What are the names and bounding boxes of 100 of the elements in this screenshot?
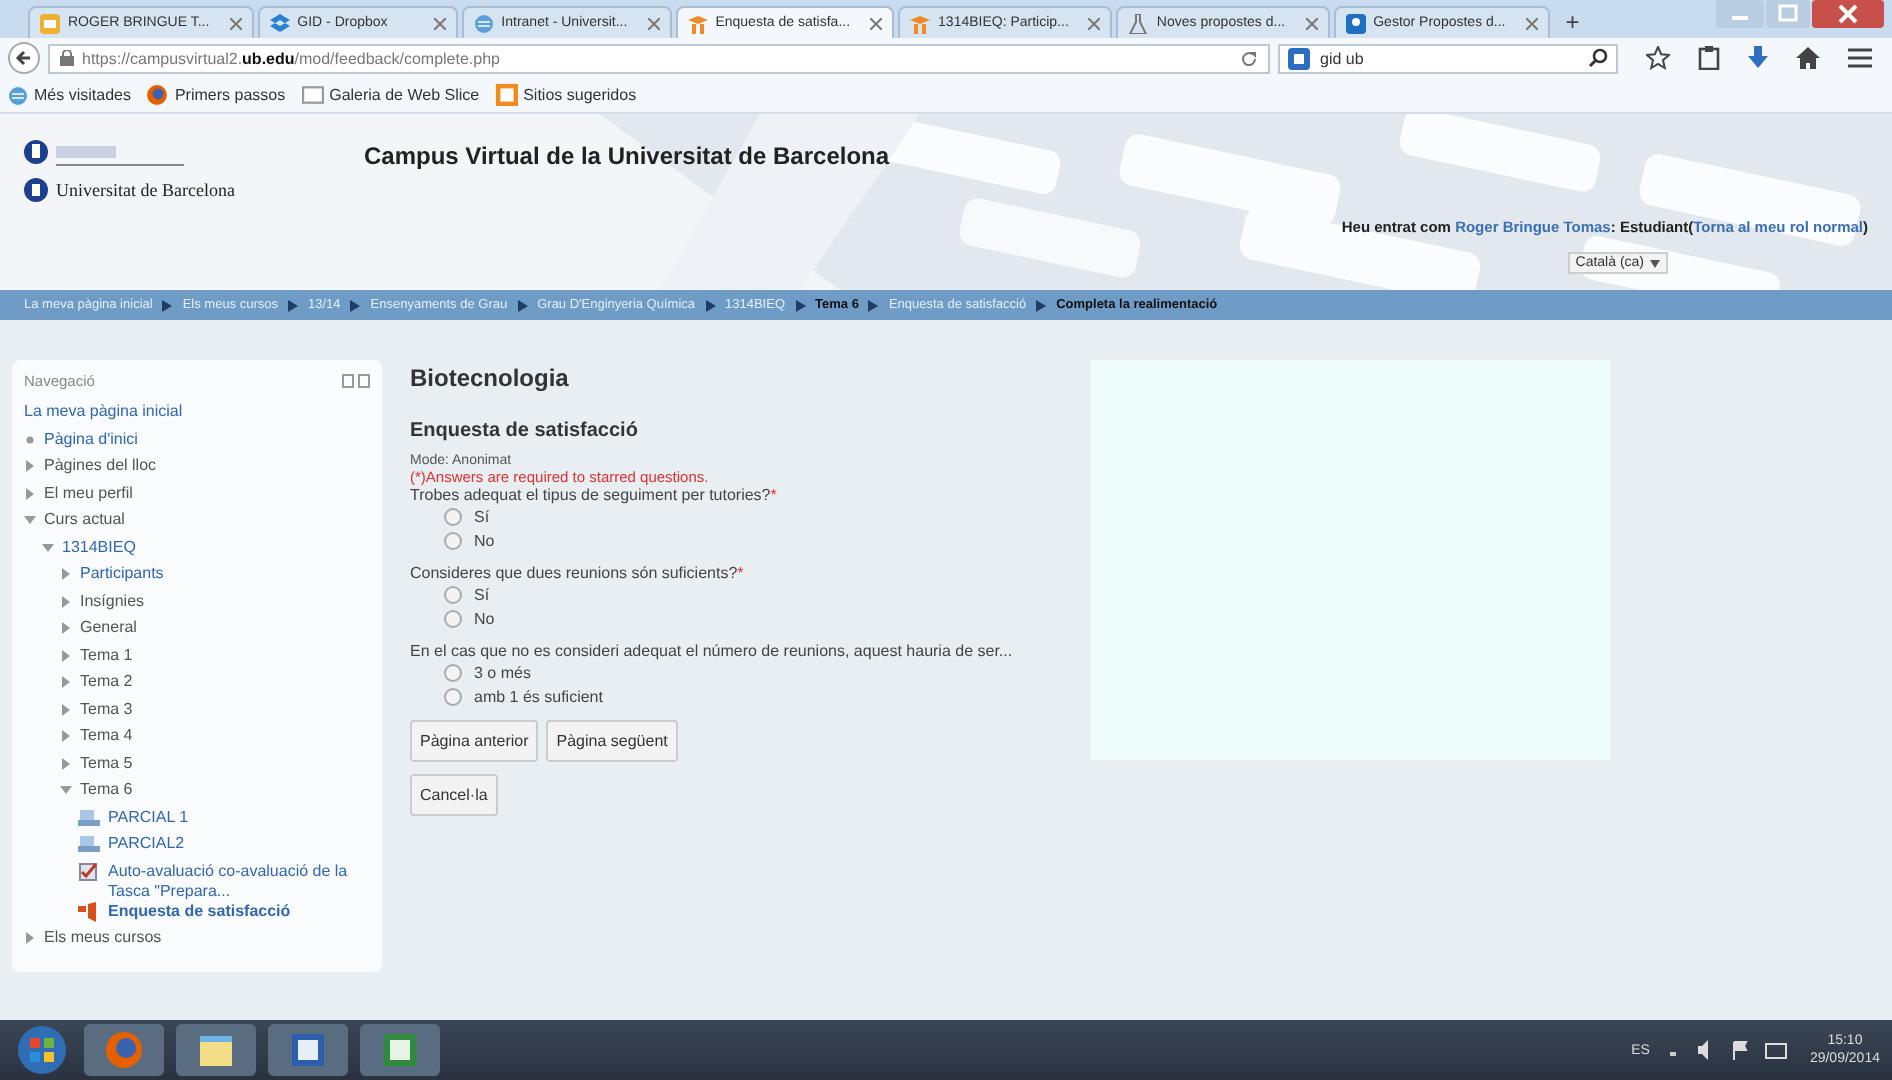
page-icon: [301, 84, 324, 106]
collapsed-arrow-icon[interactable]: [60, 676, 72, 688]
question-text: En el cas que no es consideri adequat el número de reunions, aquest hauria de ser...: [410, 642, 1015, 660]
cancel-button[interactable]: Cancel·la: [410, 774, 498, 816]
nav-item[interactable]: Tema 6: [80, 780, 133, 800]
collapsed-arrow-icon[interactable]: [60, 568, 72, 580]
university-logo-icon: [24, 138, 184, 166]
search-engine-icon: [1288, 47, 1312, 69]
nav-item[interactable]: Els meus cursos: [44, 928, 162, 948]
nav-item[interactable]: Insígnies: [80, 591, 145, 611]
mortarboard-icon: [910, 13, 931, 33]
nav-item[interactable]: Pàgina d'inici: [44, 429, 138, 449]
checked-page-icon: [78, 861, 100, 881]
quiz-icon: [78, 834, 100, 854]
clipboard-icon[interactable]: [1698, 46, 1720, 70]
spreadsheet-app-icon[interactable]: [360, 1024, 440, 1076]
radio-button[interactable]: [444, 663, 462, 681]
nav-item[interactable]: Pàgines del lloc: [44, 456, 157, 476]
radio-button[interactable]: [444, 585, 462, 603]
separator-arrow-icon: [705, 299, 716, 311]
nav-item[interactable]: La meva pàgina inicial: [24, 402, 183, 422]
globe-icon: [8, 85, 28, 105]
web-slice-icon: [495, 84, 518, 106]
radio-button[interactable]: [444, 531, 462, 549]
nav-item[interactable]: Curs actual: [44, 510, 125, 530]
close-icon[interactable]: [433, 17, 446, 29]
nav-item[interactable]: Tema 4: [80, 726, 133, 746]
menu-icon[interactable]: [1848, 48, 1872, 68]
tray-icons-drawing[interactable]: [1669, 1040, 1790, 1060]
lock-icon: [60, 50, 74, 66]
survey-title: Enquesta de satisfacció: [410, 420, 640, 442]
collapsed-arrow-icon[interactable]: [60, 622, 72, 634]
collapsed-arrow-icon[interactable]: [60, 595, 72, 607]
close-icon[interactable]: [647, 17, 660, 29]
search-icon[interactable]: [1588, 48, 1608, 68]
search-field[interactable]: gid ub: [1278, 43, 1618, 73]
address-field[interactable]: https://campusvirtual2.ub.edu/mod/feedback/complete.php: [48, 43, 1270, 73]
close-icon[interactable]: [1525, 17, 1538, 29]
nav-item[interactable]: General: [80, 618, 137, 638]
quiz-icon: [78, 807, 100, 827]
radio-button[interactable]: [444, 609, 462, 627]
nav-item[interactable]: Tema 3: [80, 699, 133, 719]
collapsed-arrow-icon[interactable]: [24, 487, 36, 499]
caret-icon: [1650, 259, 1660, 267]
bookmark[interactable]: Galeria de Web Slice: [329, 86, 480, 104]
document-app-icon[interactable]: [268, 1024, 348, 1076]
nav-item[interactable]: PARCIAL2: [108, 834, 185, 854]
collapsed-arrow-icon[interactable]: [60, 649, 72, 661]
collapsed-arrow-icon[interactable]: [60, 730, 72, 742]
radio-button[interactable]: [444, 687, 462, 705]
page-button[interactable]: Pàgina següent: [546, 720, 678, 762]
separator-arrow-icon: [288, 299, 299, 311]
globe-icon: [473, 13, 494, 33]
collapsed-arrow-icon[interactable]: [24, 932, 36, 944]
close-icon[interactable]: [229, 17, 242, 29]
separator-arrow-icon: [795, 299, 806, 311]
dock-icon[interactable]: [342, 374, 370, 388]
new-tab-button[interactable]: +: [1553, 6, 1592, 38]
minimize-icon[interactable]: [1716, 0, 1764, 28]
nav-item[interactable]: Tema 1: [80, 645, 133, 665]
bookmark[interactable]: Primers passos: [174, 86, 286, 104]
browser-app-icon[interactable]: [84, 1024, 164, 1076]
close-icon[interactable]: [1088, 17, 1101, 29]
collapsed-arrow-icon[interactable]: [60, 703, 72, 715]
nav-item[interactable]: 1314BIEQ: [62, 537, 136, 557]
close-icon[interactable]: [870, 17, 883, 29]
expanded-arrow-icon[interactable]: [42, 541, 54, 553]
nav-item[interactable]: El meu perfil: [44, 483, 133, 503]
folder-app-icon[interactable]: [176, 1024, 256, 1076]
star-icon[interactable]: [1646, 46, 1670, 70]
option-label: No: [474, 531, 495, 549]
required-mark: *: [737, 564, 744, 582]
nav-item[interactable]: Enquesta de satisfacció: [108, 901, 291, 921]
nav-item[interactable]: Tema 5: [80, 753, 133, 773]
envelope-icon: [40, 13, 60, 33]
bullet-icon: [24, 433, 36, 445]
nav-item[interactable]: Tema 2: [80, 672, 133, 692]
expanded-arrow-icon[interactable]: [24, 514, 36, 526]
bookmark[interactable]: Més visitades: [34, 86, 131, 104]
maximize-icon[interactable]: [1766, 0, 1810, 28]
browser-logo-icon: [146, 84, 169, 106]
university-name: Universitat de Barcelona: [56, 180, 235, 200]
close-icon[interactable]: [1812, 0, 1884, 28]
option-label: amb 1 és suficient: [474, 687, 603, 705]
close-icon[interactable]: [1305, 17, 1318, 29]
nav-item[interactable]: Auto-avaluació co-avaluació de la Tasca "Prepara...: [108, 861, 370, 901]
start-button[interactable]: [12, 1024, 72, 1076]
reload-icon[interactable]: [1240, 49, 1258, 67]
collapsed-arrow-icon[interactable]: [24, 460, 36, 472]
expanded-arrow-icon[interactable]: [60, 784, 72, 796]
home-icon[interactable]: [1796, 46, 1820, 70]
radio-button[interactable]: [444, 507, 462, 525]
download-icon[interactable]: [1748, 46, 1768, 70]
bookmark[interactable]: Sitios sugeridos: [523, 86, 637, 104]
nav-item[interactable]: Participants: [80, 564, 164, 584]
page-button[interactable]: Pàgina anterior: [410, 720, 539, 762]
nav-item[interactable]: PARCIAL 1: [108, 807, 189, 827]
collapsed-arrow-icon[interactable]: [60, 757, 72, 769]
site-title: Campus Virtual de la Universitat de Barcelona: [364, 140, 892, 174]
flask-icon: [1128, 13, 1149, 33]
